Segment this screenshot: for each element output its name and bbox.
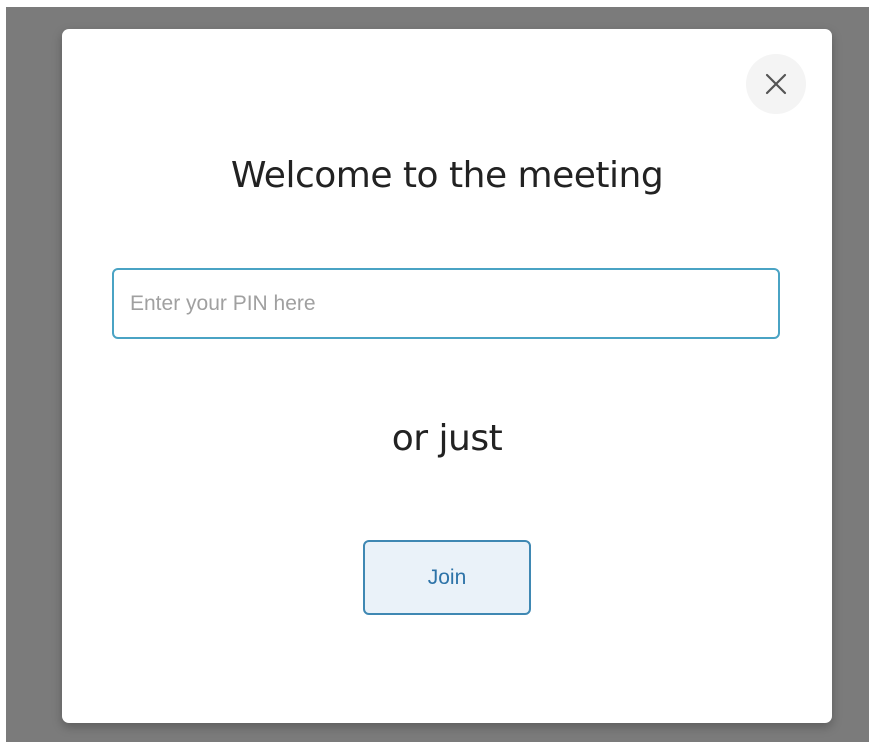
pin-input[interactable]	[112, 268, 780, 339]
join-meeting-dialog: Welcome to the meeting or just Join	[62, 29, 832, 723]
separator-text: or just	[391, 418, 503, 459]
join-button[interactable]: Join	[363, 540, 531, 615]
close-button[interactable]	[746, 54, 806, 114]
close-icon	[765, 73, 787, 95]
dialog-title: Welcome to the meeting	[230, 155, 664, 196]
